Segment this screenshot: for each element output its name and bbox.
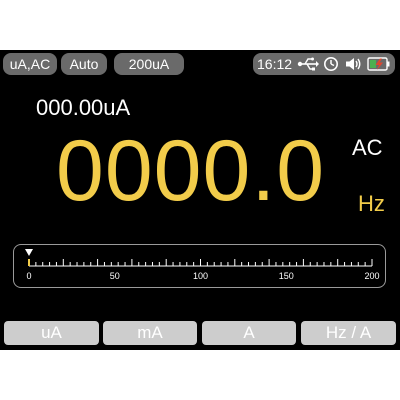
usb-icon (297, 57, 319, 71)
bar-graph: 0 50 100 150 200 (13, 244, 386, 288)
key-hz-a-button[interactable]: Hz / A (301, 321, 396, 345)
status-bar: 16:12 (253, 53, 395, 75)
scale-tick-label: 200 (364, 271, 379, 281)
scale-tick-label: 0 (26, 271, 31, 281)
clock-icon (324, 57, 338, 71)
secondary-reading: 000.00uA (36, 95, 131, 120)
coupling-mode-label: AC (352, 135, 383, 160)
range-label: 200uA (114, 53, 184, 75)
function-label: uA,AC (3, 53, 57, 75)
unit-label: Hz (358, 191, 385, 216)
key-ua-button[interactable]: uA (4, 321, 99, 345)
speaker-icon (346, 58, 361, 70)
range-mode-label: Auto (61, 53, 107, 75)
bar-graph-scale: 0 50 100 150 200 (25, 249, 380, 281)
meter-screen: uA,AC Auto 200uA 16:12 000.00uA 0000.0 A… (0, 50, 400, 350)
battery-charging-icon (367, 57, 390, 71)
scale-pointer (25, 249, 33, 256)
scale-tick-label: 50 (110, 271, 120, 281)
key-a-button[interactable]: A (202, 321, 296, 345)
scale-tick-label: 100 (193, 271, 208, 281)
main-reading: 0000.0 (56, 123, 326, 219)
scale-tick-label: 150 (279, 271, 294, 281)
key-ma-button[interactable]: mA (103, 321, 197, 345)
function-key-bar: uA mA A Hz / A (0, 321, 400, 345)
clock: 16:12 (257, 56, 293, 72)
